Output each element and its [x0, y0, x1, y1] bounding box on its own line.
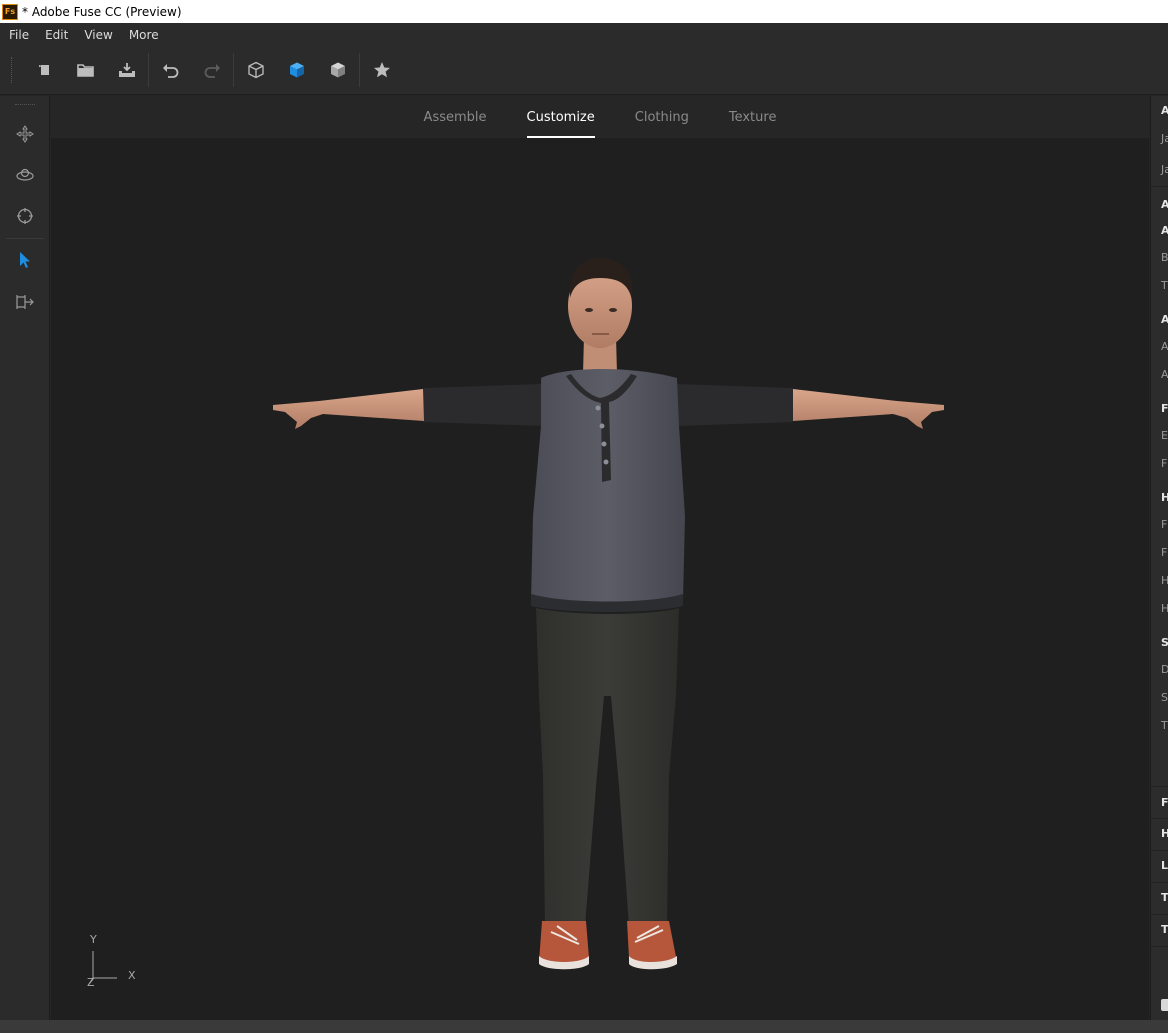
solid-view-button[interactable] — [276, 52, 317, 88]
3d-viewport[interactable]: Assemble Customize Clothing Texture Y X … — [51, 96, 1149, 1020]
panel-slider-label[interactable]: F — [1161, 518, 1167, 531]
orbit-icon — [16, 168, 34, 181]
panel-header[interactable]: A — [1161, 198, 1168, 211]
open-button[interactable] — [65, 52, 106, 88]
pose-icon — [16, 295, 34, 309]
menu-bar: File Edit View More — [0, 23, 1168, 46]
left-tool-panel — [0, 96, 50, 1020]
toolbar-separator — [148, 53, 149, 87]
orbit-tool-button[interactable] — [0, 155, 50, 195]
panel-section[interactable]: T — [1161, 923, 1168, 936]
new-icon — [38, 65, 49, 75]
panel-divider — [1151, 818, 1168, 819]
tab-texture[interactable]: Texture — [709, 96, 797, 138]
menu-file[interactable]: File — [0, 28, 37, 42]
menu-view[interactable]: View — [76, 28, 120, 42]
panel-subheader[interactable]: F — [1161, 402, 1168, 415]
panel-section[interactable]: LI — [1161, 859, 1168, 872]
panel-slider-label[interactable]: T — [1161, 279, 1168, 292]
panel-slider-label[interactable]: S — [1161, 691, 1168, 704]
panel-subheader[interactable]: S — [1161, 636, 1168, 649]
panel-slider-label[interactable]: H — [1161, 574, 1168, 587]
panel-header[interactable]: A — [1161, 104, 1168, 117]
panel-slider-label[interactable]: D — [1161, 663, 1168, 676]
select-tool-button[interactable] — [0, 240, 50, 280]
window-title: * Adobe Fuse CC (Preview) — [22, 4, 182, 19]
tab-clothing[interactable]: Clothing — [615, 96, 709, 138]
move-tool-button[interactable] — [0, 114, 50, 154]
move-icon — [16, 125, 34, 143]
panel-divider — [1151, 914, 1168, 915]
textured-cube-icon — [330, 62, 345, 78]
title-bar: Fs * Adobe Fuse CC (Preview) — [0, 0, 1168, 23]
panel-option[interactable]: Ja — [1161, 163, 1168, 176]
panel-subheader[interactable]: H — [1161, 491, 1168, 504]
panel-checkbox[interactable] — [1161, 999, 1168, 1011]
redo-icon — [204, 64, 220, 78]
pose-tool-button[interactable] — [0, 282, 50, 322]
new-button[interactable] — [24, 52, 65, 88]
panel-slider-label[interactable]: A — [1161, 340, 1168, 353]
panel-subheader[interactable]: A — [1161, 313, 1168, 326]
axis-z-label: Z — [87, 976, 95, 989]
tab-assemble[interactable]: Assemble — [404, 96, 507, 138]
panel-slider-label[interactable]: F — [1161, 546, 1167, 559]
toolbar-separator — [359, 53, 360, 87]
panel-divider — [1151, 786, 1168, 787]
panel-slider-label[interactable]: A — [1161, 368, 1168, 381]
tool-separator — [6, 238, 44, 239]
wireframe-cube-icon — [247, 61, 264, 79]
toolbar — [0, 46, 1168, 95]
panel-section[interactable]: F — [1161, 796, 1168, 809]
panel-grip[interactable] — [14, 104, 35, 107]
redo-button[interactable] — [191, 52, 232, 88]
panel-divider — [1151, 186, 1168, 187]
panel-slider-label[interactable]: F — [1161, 457, 1167, 470]
solid-cube-icon — [289, 62, 304, 78]
open-folder-icon — [76, 64, 94, 77]
axis-y-label: Y — [90, 933, 97, 946]
panel-divider — [1151, 882, 1168, 883]
fuse-app-icon: Fs — [2, 3, 18, 20]
panel-slider-label[interactable]: T — [1161, 719, 1168, 732]
wireframe-view-button[interactable] — [235, 52, 276, 88]
select-arrow-icon — [20, 252, 30, 268]
panel-section[interactable]: T — [1161, 891, 1168, 904]
panel-slider-label[interactable]: B — [1161, 251, 1168, 264]
panel-slider-label[interactable]: E — [1161, 429, 1168, 442]
status-bar — [0, 1020, 1168, 1033]
star-icon — [373, 62, 390, 78]
panel-slider-label[interactable]: H — [1161, 602, 1168, 615]
menu-edit[interactable]: Edit — [37, 28, 76, 42]
axis-x-label: X — [128, 969, 136, 982]
textured-view-button[interactable] — [317, 52, 358, 88]
toolbar-separator — [233, 53, 234, 87]
favorite-button[interactable] — [361, 52, 402, 88]
undo-button[interactable] — [150, 52, 191, 88]
panel-option[interactable]: Ja — [1161, 132, 1168, 145]
export-icon — [118, 63, 135, 77]
menu-more[interactable]: More — [121, 28, 167, 42]
mode-tabs: Assemble Customize Clothing Texture — [51, 96, 1149, 138]
target-icon — [17, 208, 33, 224]
character-model[interactable] — [51, 96, 1149, 1020]
panel-section[interactable]: H — [1161, 827, 1168, 840]
panel-subheader[interactable]: A — [1161, 224, 1168, 237]
tab-customize[interactable]: Customize — [507, 96, 615, 138]
customize-properties-panel: A Ja Ja A A B T A A A F E F H F F H H S … — [1150, 96, 1168, 1020]
export-button[interactable] — [106, 52, 147, 88]
toolbar-grip[interactable] — [11, 57, 14, 83]
focus-tool-button[interactable] — [0, 196, 50, 236]
panel-divider — [1151, 850, 1168, 851]
panel-divider — [1151, 946, 1168, 947]
undo-icon — [162, 64, 178, 78]
